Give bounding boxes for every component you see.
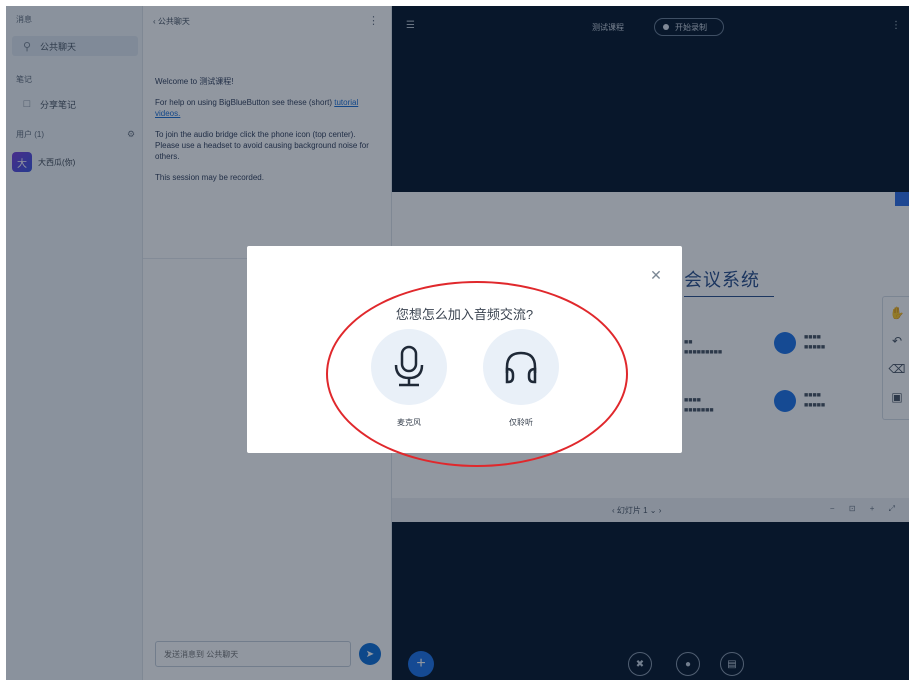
- listen-only-button-circle[interactable]: [483, 329, 559, 405]
- microphone-option-button[interactable]: 麦克风: [369, 329, 449, 429]
- join-audio-modal: ✕ 您想怎么加入音频交流? 麦克风 仅聆听: [247, 246, 682, 453]
- listen-only-option-button[interactable]: 仅聆听: [481, 329, 561, 429]
- modal-title: 您想怎么加入音频交流?: [395, 307, 534, 322]
- app-window: 消息 ⚲ 公共聊天 笔记 □ 分享笔记 用户 (1) ⚙ 大 大西瓜(你) ‹ …: [6, 6, 909, 680]
- microphone-label: 麦克风: [397, 418, 421, 427]
- microphone-icon: [394, 345, 424, 387]
- listen-only-label: 仅聆听: [509, 418, 533, 427]
- microphone-button-circle[interactable]: [371, 329, 447, 405]
- headphones-icon: [505, 351, 537, 384]
- close-icon[interactable]: ✕: [649, 267, 663, 283]
